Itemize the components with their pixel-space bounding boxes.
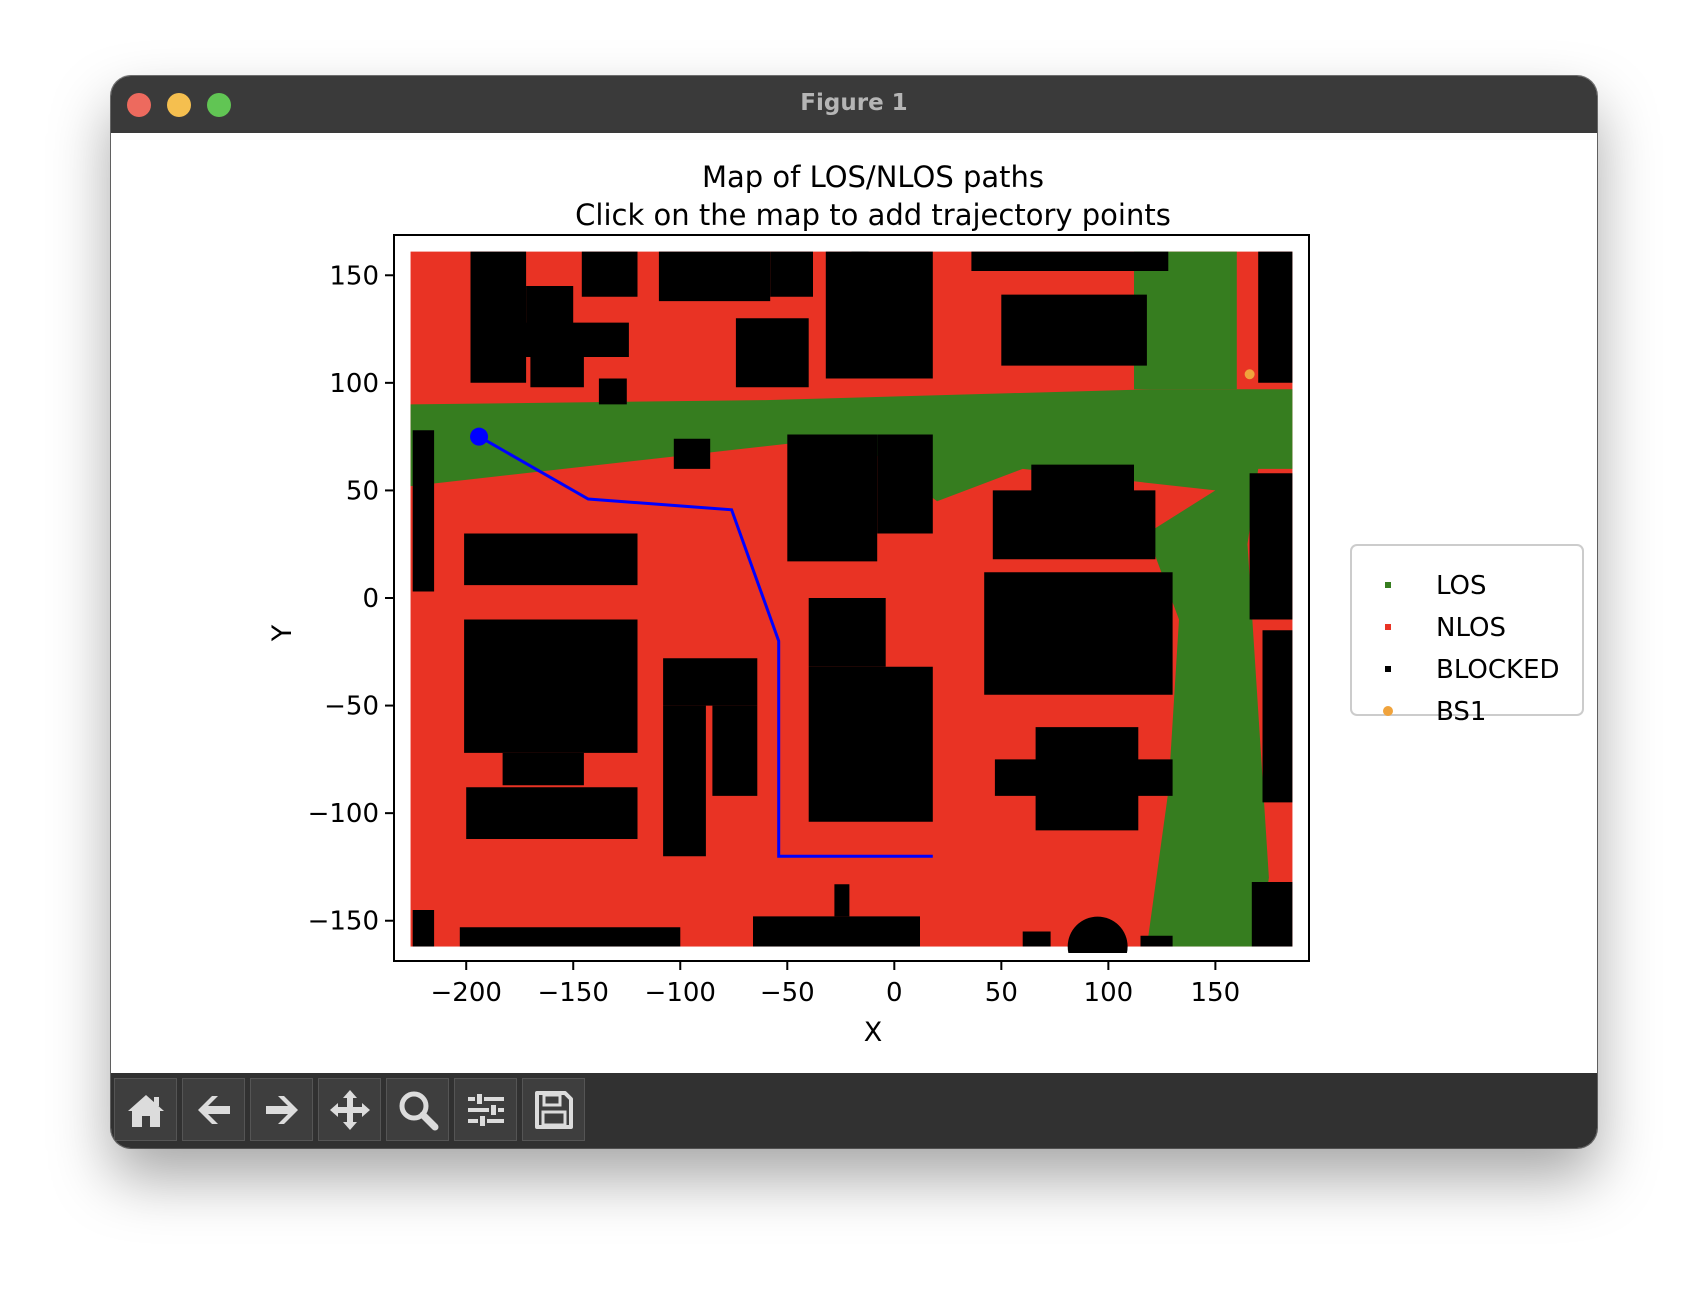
legend-marker [1385,666,1391,672]
blocked-building [581,251,638,297]
x-tick-label: 100 [1084,978,1134,1008]
blocked-building [994,759,1173,796]
blocked-building [1140,935,1173,947]
legend-label: LOS [1436,571,1487,601]
los-nlos-map-chart[interactable]: Map of LOS/NLOS paths Click on the map t… [111,133,1597,1073]
x-axis-ticks: −200 −150 −100 −50 0 50 100 150 [431,961,1241,1008]
blocked-building [464,619,638,753]
save-button[interactable] [522,1078,585,1141]
blocked-building [663,705,706,857]
legend: LOS NLOS BLOCKED BS1 [1350,544,1584,727]
plot-area[interactable] [410,251,1293,977]
blocked-building [466,787,638,839]
blocked-building [412,430,435,592]
blocked-building [1031,464,1134,495]
los-region [1134,251,1237,390]
legend-marker [1383,706,1393,716]
x-tick-label: −200 [431,978,502,1008]
blocked-building [464,533,638,586]
zoom-button[interactable] [386,1078,449,1141]
y-tick-label: −50 [324,692,379,722]
blocked-building [1001,294,1147,366]
y-tick-label: 0 [362,584,379,614]
floppy-disk-icon [534,1090,573,1129]
blocked-building [412,910,435,947]
y-axis-ticks: 150 100 50 0 −50 −100 −150 [308,261,394,937]
blocked-building [712,705,758,796]
window-title: Figure 1 [800,90,908,116]
blocked-building [971,251,1169,271]
x-axis-label: X [864,1017,883,1048]
legend-label: BS1 [1436,697,1486,727]
blocked-building [984,572,1173,695]
blocked-building [658,251,771,302]
x-tick-label: 50 [985,978,1018,1008]
magnifier-icon [399,1091,438,1130]
legend-marker [1385,624,1391,630]
y-tick-label: 150 [329,261,379,291]
legend-label: NLOS [1436,613,1506,643]
x-tick-label: −100 [645,978,716,1008]
blocked-building [502,752,584,786]
back-button[interactable] [182,1078,245,1141]
figure-window: Figure 1 Map of LOS/NLOS paths Click on … [111,76,1597,1148]
blocked-building [1262,630,1293,803]
chart-title-line2: Click on the map to add trajectory point… [575,198,1171,232]
x-tick-label: −50 [760,978,815,1008]
move-icon [329,1089,370,1130]
x-tick-label: −150 [538,978,609,1008]
blocked-building [808,598,886,667]
base-station-bs1 [1244,369,1255,380]
blocked-building [459,927,681,947]
home-button[interactable] [114,1078,177,1141]
trajectory-start-point [470,427,489,446]
blocked-building [877,434,933,534]
blocked-building [808,666,933,822]
blocked-building [519,322,629,357]
navigation-toolbar [111,1073,1597,1148]
blocked-building [992,490,1156,560]
blocked-building [753,916,920,947]
arrow-right-icon [265,1095,298,1124]
blocked-building [825,251,933,379]
configure-subplots-button[interactable] [454,1078,517,1141]
y-tick-label: −150 [308,907,379,937]
legend-label: BLOCKED [1436,655,1560,685]
blocked-building [1249,473,1293,620]
blocked-building [1067,916,1128,953]
forward-button[interactable] [250,1078,313,1141]
arrow-left-icon [197,1095,230,1124]
blocked-building [770,251,813,297]
blocked-building [663,658,758,706]
title-bar[interactable]: Figure 1 [111,76,1597,134]
figure-canvas[interactable]: Map of LOS/NLOS paths Click on the map t… [111,133,1597,1073]
pan-button[interactable] [318,1078,381,1141]
blocked-building [598,378,627,405]
blocked-building [673,438,711,469]
x-tick-label: 0 [886,978,903,1008]
y-tick-label: 50 [346,476,379,506]
blocked-building [1258,251,1293,383]
y-tick-label: −100 [308,799,379,829]
blocked-building [470,251,527,383]
blocked-building [834,884,850,917]
blocked-building [530,357,584,388]
y-tick-label: 100 [329,369,379,399]
x-tick-label: 150 [1191,978,1241,1008]
home-icon [127,1094,164,1127]
y-axis-label: Y [267,624,298,642]
blocked-building [851,251,869,379]
sliders-icon [467,1091,504,1128]
blocked-building [1251,882,1293,947]
legend-marker [1385,582,1391,588]
chart-title-line1: Map of LOS/NLOS paths [702,160,1044,194]
blocked-building [735,318,809,388]
blocked-building [787,434,878,562]
blocked-building [1022,931,1051,947]
